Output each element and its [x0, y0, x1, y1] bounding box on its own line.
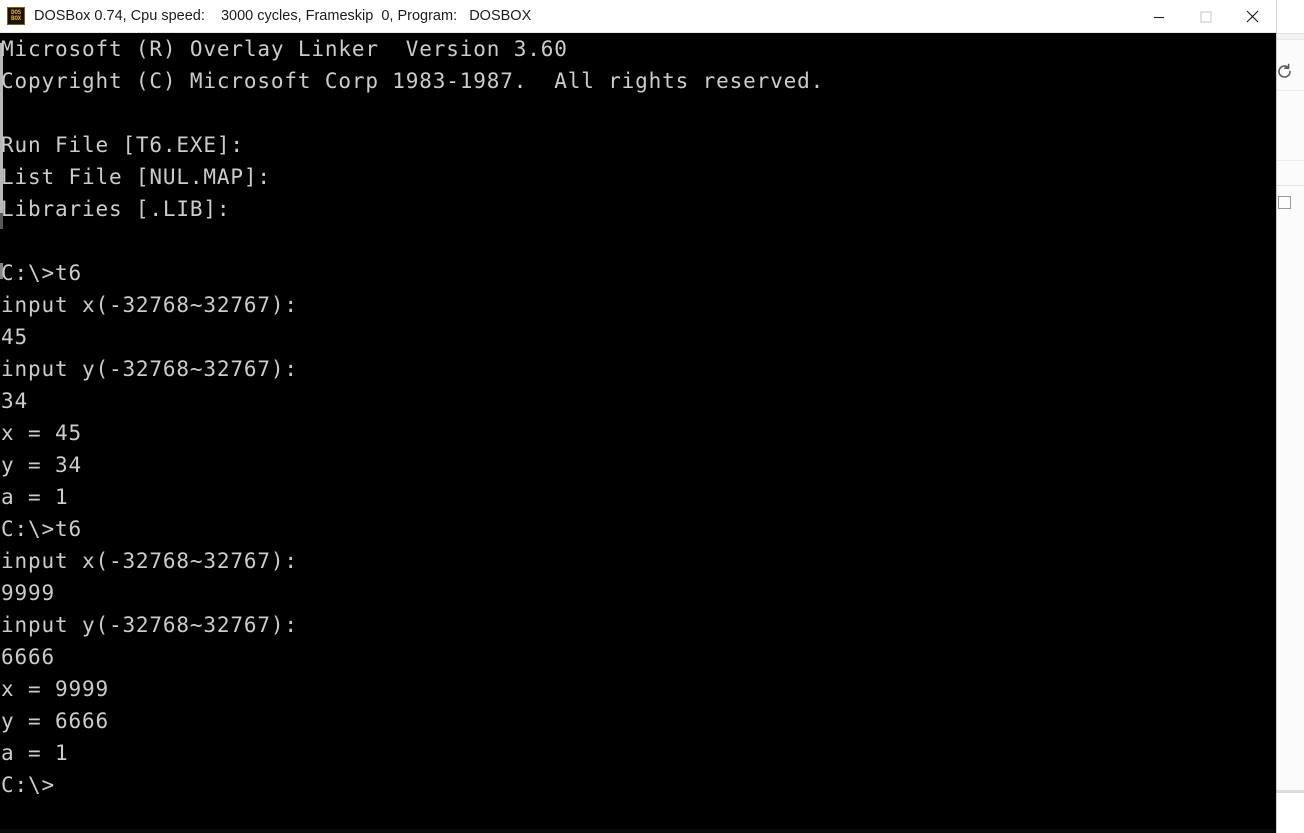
dosbox-app-icon: DOS BOX — [7, 7, 25, 25]
terminal-line: a = 1 — [1, 485, 69, 509]
close-button[interactable] — [1229, 0, 1276, 33]
terminal-line: Copyright (C) Microsoft Corp 1983-1987. … — [1, 69, 825, 93]
terminal-line: C:\> — [1, 773, 55, 797]
terminal-line: input x(-32768~32767): — [1, 549, 298, 573]
terminal-line: 9999 — [1, 581, 55, 605]
terminal-line: 45 — [1, 325, 28, 349]
window-controls — [1135, 0, 1276, 33]
titlebar[interactable]: DOS BOX DOSBox 0.74, Cpu speed: 3000 cyc… — [0, 0, 1276, 33]
terminal-line: a = 1 — [1, 741, 69, 765]
terminal-line: input y(-32768~32767): — [1, 357, 298, 381]
refresh-icon[interactable] — [1275, 62, 1294, 81]
terminal-line: x = 9999 — [1, 677, 109, 701]
terminal-bottom-strip — [0, 829, 1276, 833]
terminal-output: Microsoft (R) Overlay Linker Version 3.6… — [0, 33, 1276, 801]
terminal-screen[interactable]: Microsoft (R) Overlay Linker Version 3.6… — [0, 33, 1276, 833]
maximize-icon[interactable] — [1278, 196, 1291, 209]
terminal-line: input x(-32768~32767): — [1, 293, 298, 317]
terminal-line: Run File [T6.EXE]: — [1, 133, 244, 157]
terminal-line: Microsoft (R) Overlay Linker Version 3.6… — [1, 37, 568, 61]
terminal-line: Libraries [.LIB]: — [1, 197, 231, 221]
terminal-line: y = 6666 — [1, 709, 109, 733]
terminal-line: C:\>t6 — [1, 261, 82, 285]
app-icon-line-2: BOX — [11, 15, 21, 22]
terminal-line: 6666 — [1, 645, 55, 669]
terminal-line: 34 — [1, 389, 28, 413]
maximize-button[interactable] — [1182, 0, 1229, 33]
dosbox-window[interactable]: DOS BOX DOSBox 0.74, Cpu speed: 3000 cyc… — [0, 0, 1276, 833]
desktop: DOS BOX DOSBox 0.74, Cpu speed: 3000 cyc… — [0, 0, 1304, 833]
minimize-button[interactable] — [1135, 0, 1182, 33]
terminal-line: input y(-32768~32767): — [1, 613, 298, 637]
terminal-line: x = 45 — [1, 421, 82, 445]
terminal-line: List File [NUL.MAP]: — [1, 165, 271, 189]
window-title: DOSBox 0.74, Cpu speed: 3000 cycles, Fra… — [34, 8, 532, 24]
terminal-line: y = 34 — [1, 453, 82, 477]
terminal-line: C:\>t6 — [1, 517, 82, 541]
